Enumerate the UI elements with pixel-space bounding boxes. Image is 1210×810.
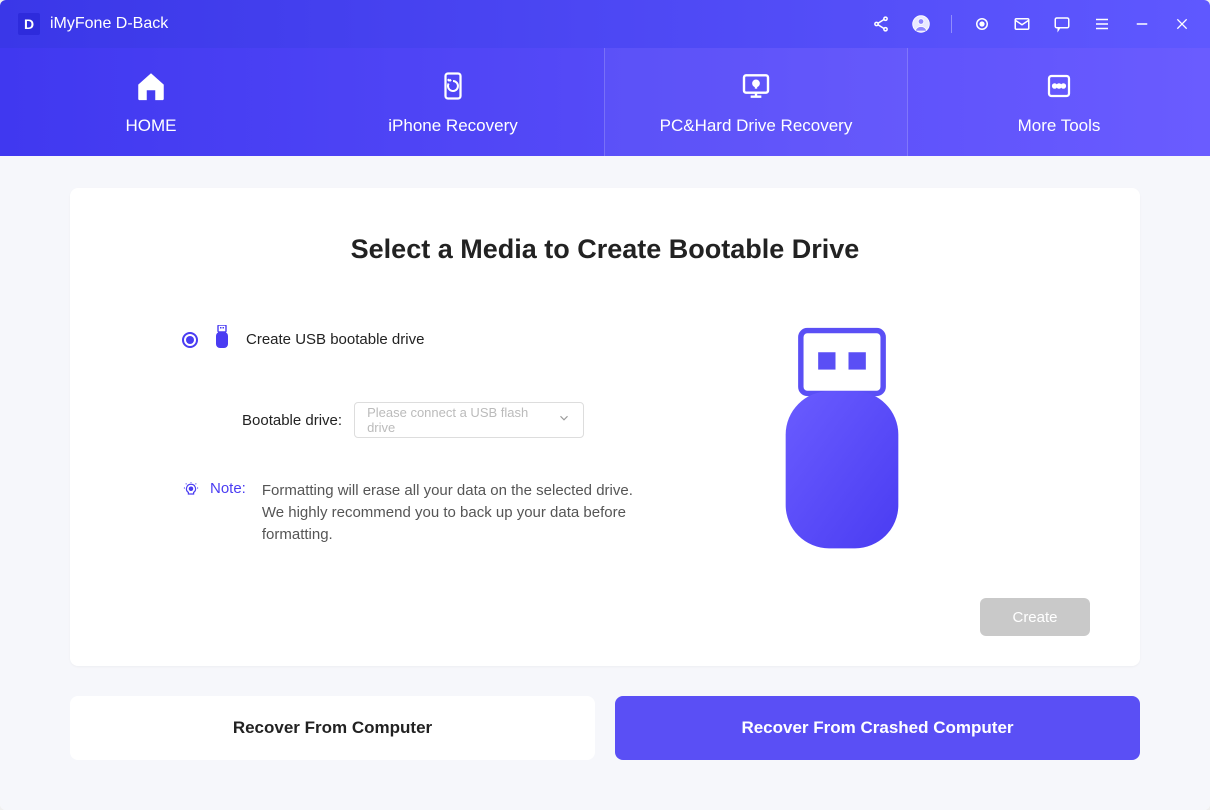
app-logo: D — [18, 13, 40, 35]
top-nav: HOME iPhone Recovery — [0, 48, 1210, 156]
account-icon[interactable] — [911, 14, 931, 34]
option-label: Create USB bootable drive — [246, 331, 424, 348]
note-label: Note: — [210, 480, 246, 497]
nav-label: HOME — [126, 116, 177, 136]
recover-from-computer-button[interactable]: Recover From Computer — [70, 696, 595, 760]
recover-from-crashed-button[interactable]: Recover From Crashed Computer — [615, 696, 1140, 760]
nav-iphone-recovery[interactable]: iPhone Recovery — [302, 48, 604, 156]
note-row: Note: Formatting will erase all your dat… — [182, 480, 636, 545]
nav-label: More Tools — [1018, 116, 1101, 136]
app-window: D iMyFone D-Back — [0, 0, 1210, 810]
note-text: Formatting will erase all your data on t… — [262, 480, 636, 545]
drive-label: Bootable drive: — [242, 412, 342, 429]
titlebar-separator — [951, 15, 952, 33]
usb-drive-illustration — [777, 325, 907, 560]
bottom-actions: Recover From Computer Recover From Crash… — [70, 696, 1140, 760]
card-footer: Create — [120, 598, 1090, 636]
card-title: Select a Media to Create Bootable Drive — [120, 234, 1090, 265]
nav-pc-recovery[interactable]: PC&Hard Drive Recovery — [604, 48, 908, 156]
pc-recovery-icon — [738, 68, 774, 104]
titlebar-icons — [871, 14, 1192, 34]
select-placeholder: Please connect a USB flash drive — [367, 405, 557, 435]
usb-small-icon — [214, 325, 230, 354]
option-usb-row[interactable]: Create USB bootable drive — [182, 325, 636, 354]
close-icon[interactable] — [1172, 14, 1192, 34]
radio-selected[interactable] — [182, 332, 198, 348]
app-title: iMyFone D-Back — [50, 15, 168, 33]
menu-icon[interactable] — [1092, 14, 1112, 34]
home-icon — [133, 68, 169, 104]
nav-label: iPhone Recovery — [388, 116, 517, 136]
settings-icon[interactable] — [972, 14, 992, 34]
mail-icon[interactable] — [1012, 14, 1032, 34]
nav-more-tools[interactable]: More Tools — [908, 48, 1210, 156]
content-area: Select a Media to Create Bootable Drive — [0, 156, 1210, 810]
nav-label: PC&Hard Drive Recovery — [660, 116, 853, 136]
create-button[interactable]: Create — [980, 598, 1090, 636]
lightbulb-icon — [182, 482, 200, 504]
title-bar: D iMyFone D-Back — [0, 0, 1210, 48]
options-column: Create USB bootable drive Bootable drive… — [182, 325, 636, 560]
message-icon[interactable] — [1052, 14, 1072, 34]
more-tools-icon — [1041, 68, 1077, 104]
iphone-recovery-icon — [435, 68, 471, 104]
illustration-column — [656, 325, 1028, 560]
minimize-icon[interactable] — [1132, 14, 1152, 34]
bootable-card: Select a Media to Create Bootable Drive — [70, 188, 1140, 666]
chevron-down-icon — [557, 411, 571, 430]
nav-home[interactable]: HOME — [0, 48, 302, 156]
drive-select-row: Bootable drive: Please connect a USB fla… — [242, 402, 636, 438]
bootable-drive-select[interactable]: Please connect a USB flash drive — [354, 402, 584, 438]
share-icon[interactable] — [871, 14, 891, 34]
